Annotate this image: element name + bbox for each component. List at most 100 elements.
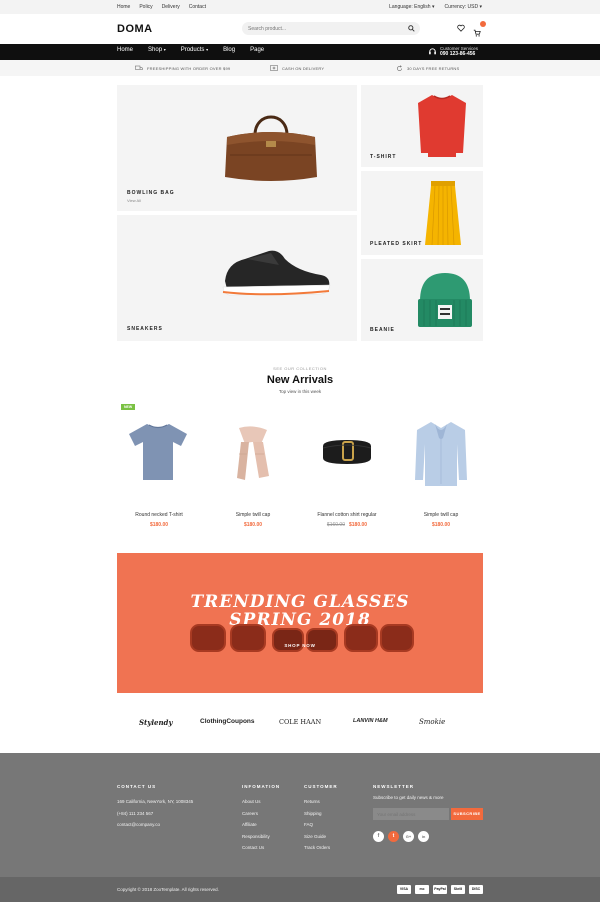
- truck-icon: [135, 65, 143, 70]
- product-name[interactable]: Simple twill cap: [207, 512, 299, 518]
- sneaker-image: [222, 250, 331, 296]
- nav-item-products[interactable]: Products ▾: [181, 47, 208, 53]
- footer-heading-customer: CUSTOMER: [304, 784, 338, 789]
- header: DOMA: [0, 14, 600, 44]
- tshirt-image: [418, 95, 466, 157]
- brand-logo[interactable]: Stylendy: [139, 718, 173, 727]
- nav-item-label: Products: [180, 47, 205, 53]
- copyright: Copyright © 2018 ZooTemplate. All rights…: [117, 887, 219, 892]
- facebook-icon[interactable]: f: [373, 831, 384, 842]
- section-kicker: SEE OUR COLLECTION: [273, 366, 327, 371]
- brand-logos: Stylendy ClothingCoupons COLE HAAN LANVI…: [117, 712, 483, 736]
- top-link-contact[interactable]: Contact: [189, 4, 206, 10]
- tile-label: T-SHIRT: [370, 154, 397, 160]
- tile-sneakers[interactable]: SNEAKERS: [117, 215, 357, 341]
- brand-logo[interactable]: LANVIN H&M: [353, 718, 388, 724]
- product-price: $180.00: [431, 522, 451, 528]
- footer-link[interactable]: Affiliate: [242, 819, 257, 831]
- customer-service[interactable]: Customer Services 090 123-86-456: [428, 46, 478, 57]
- visa-icon: VISA: [397, 885, 411, 894]
- top-link-policy[interactable]: Policy: [139, 4, 152, 10]
- search-box: [242, 22, 420, 35]
- top-bar: Home Policy Delivery Contact Language: E…: [0, 0, 600, 14]
- product-price-group: $160.00 $180.00: [301, 522, 393, 528]
- footer-link[interactable]: Careers: [242, 808, 258, 820]
- page: Home Policy Delivery Contact Language: E…: [0, 0, 600, 902]
- subscribe-button[interactable]: SUBSCRIBE: [451, 808, 483, 820]
- product-card[interactable]: Simple twill cap $180.00: [395, 410, 487, 535]
- google-plus-icon[interactable]: G+: [403, 831, 414, 842]
- mastercard-icon: mc: [415, 885, 429, 894]
- nav-item-shop[interactable]: Shop ▾: [148, 47, 166, 53]
- promo-banner[interactable]: TRENDING GLASSES SPRING 2018 SHOP NOW: [117, 553, 483, 693]
- nav-item-blog[interactable]: Blog: [223, 47, 235, 53]
- bowling-bag-image: [225, 115, 317, 181]
- newsletter-text: Subscribe to get daily news & more: [373, 795, 444, 800]
- footer: CONTACT US 169 California, NewYork, NY, …: [0, 753, 600, 877]
- customer-service-phone: 090 123-86-456: [440, 51, 476, 57]
- language-select[interactable]: Language: English ▾: [389, 4, 434, 10]
- footer-link[interactable]: About Us: [242, 796, 261, 808]
- product-card[interactable]: Round necked T-shirt $180.00: [113, 410, 205, 535]
- language-label: Language: English: [389, 4, 431, 10]
- feature-cod-label: CASH ON DELIVERY: [282, 65, 325, 71]
- product-old-price: $160.00: [326, 522, 345, 528]
- heart-icon[interactable]: [457, 24, 465, 32]
- bottom-bar: Copyright © 2018 ZooTemplate. All rights…: [0, 877, 600, 902]
- product-price: $180.00: [349, 522, 368, 528]
- product-card[interactable]: Flannel cotton shirt regular $160.00 $180…: [301, 410, 393, 535]
- footer-email[interactable]: contact@company.co: [117, 819, 160, 831]
- brand-logo[interactable]: ClothingCoupons: [200, 718, 255, 725]
- footer-link[interactable]: Contact Us: [242, 842, 264, 854]
- newsletter-email-input[interactable]: [373, 808, 449, 820]
- footer-phone: (+84) 111 234 567: [117, 811, 154, 816]
- cart-button[interactable]: [473, 21, 486, 42]
- footer-link[interactable]: Size Guide: [304, 831, 326, 843]
- search-input[interactable]: [248, 25, 398, 32]
- footer-link[interactable]: Returns: [304, 796, 320, 808]
- feature-shipping: FREESHIPPING WITH ORDER OVER $99: [135, 65, 230, 71]
- tile-label: BOWLING BAG: [127, 190, 175, 196]
- top-link-home[interactable]: Home: [117, 4, 130, 10]
- footer-heading-contact: CONTACT US: [117, 784, 157, 789]
- paypal-icon: PayPal: [433, 885, 447, 894]
- chevron-down-icon: ▾: [479, 4, 482, 10]
- product-name[interactable]: Simple twill cap: [395, 512, 487, 518]
- product-name[interactable]: Flannel cotton shirt regular: [301, 512, 393, 518]
- product-name[interactable]: Round necked T-shirt: [113, 512, 205, 518]
- tshirt-image: [129, 424, 187, 480]
- view-all-link[interactable]: View All: [127, 198, 141, 203]
- tile-beanie[interactable]: BEANIE: [361, 259, 483, 341]
- footer-link[interactable]: FAQ: [304, 819, 313, 831]
- currency-select[interactable]: Currency: USD ▾: [444, 4, 482, 10]
- product-price: $180.00: [149, 522, 169, 528]
- instagram-icon[interactable]: in: [418, 831, 429, 842]
- section-subtitle: Top view in this week: [278, 389, 322, 394]
- search-icon[interactable]: [408, 25, 415, 32]
- chevron-down-icon: ▾: [431, 4, 435, 10]
- brand-logo[interactable]: Smokie: [419, 718, 445, 726]
- main-nav: Home Shop ▾ Products ▾ Blog Page Custome…: [0, 44, 600, 60]
- tile-tshirt[interactable]: T-SHIRT: [361, 85, 483, 167]
- cart-icon: [473, 29, 481, 37]
- brand-logo[interactable]: COLE HAAN: [279, 718, 321, 726]
- cash-icon: [270, 65, 278, 71]
- tile-bowling-bag[interactable]: BOWLING BAG View All: [117, 85, 357, 211]
- top-link-delivery[interactable]: Delivery: [162, 4, 180, 10]
- logo[interactable]: DOMA: [117, 23, 153, 35]
- nav-item-home[interactable]: Home: [117, 47, 133, 53]
- footer-link[interactable]: Track Orders: [304, 842, 330, 854]
- cart-count-badge: [480, 21, 486, 27]
- tile-pleated-skirt[interactable]: PLEATED SKIRT: [361, 171, 483, 255]
- product-card[interactable]: Simple twill cap $180.00: [207, 410, 299, 535]
- section-title: New Arrivals: [266, 374, 334, 386]
- feature-cod: CASH ON DELIVERY: [270, 65, 324, 71]
- twitter-icon[interactable]: t: [388, 831, 399, 842]
- feature-returns: 30 DAYS FREE RETURNS: [396, 65, 459, 72]
- footer-link[interactable]: Responsibility: [242, 831, 270, 843]
- product-price: $180.00: [243, 522, 263, 528]
- nav-item-page[interactable]: Page: [250, 47, 264, 53]
- footer-link[interactable]: Shipping: [304, 808, 322, 820]
- shop-now-button[interactable]: SHOP NOW: [117, 643, 483, 648]
- features-strip: FREESHIPPING WITH ORDER OVER $99 CASH ON…: [0, 60, 600, 76]
